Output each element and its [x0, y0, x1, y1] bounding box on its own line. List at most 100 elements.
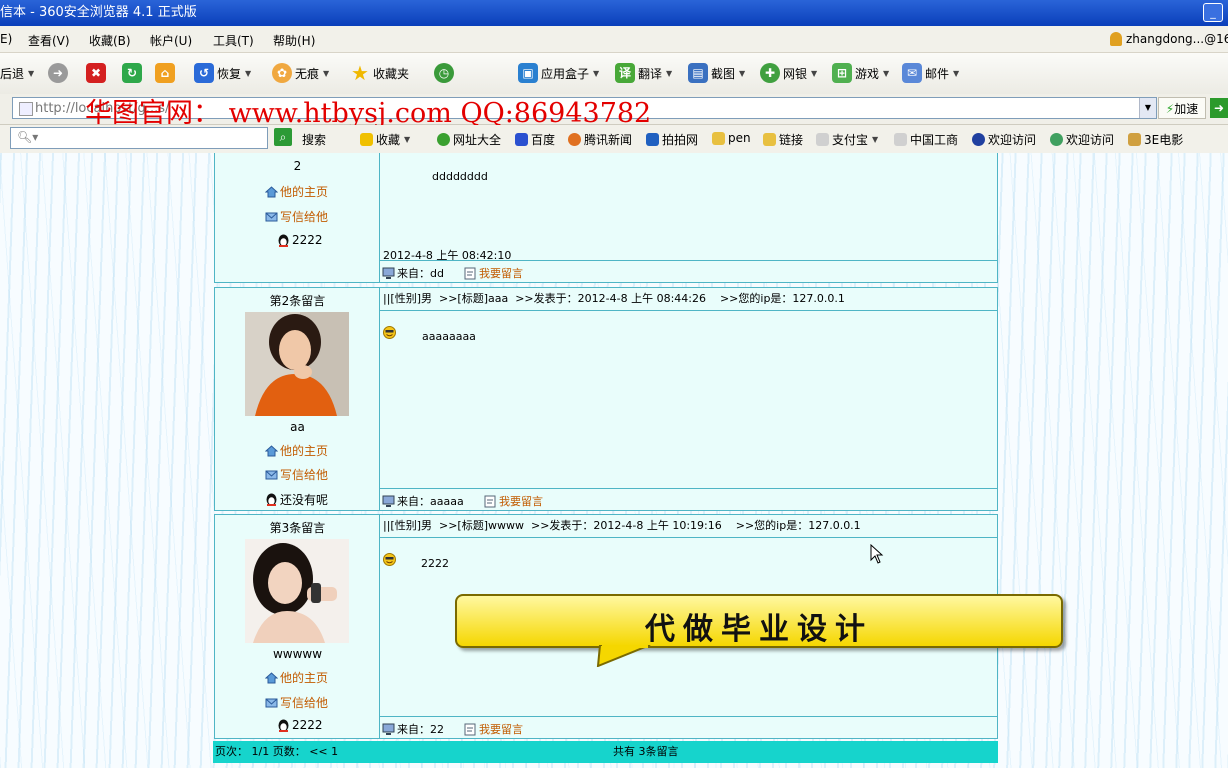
search-button[interactable]: 搜索 — [302, 131, 326, 148]
mail-icon — [265, 470, 278, 480]
favorites-button[interactable]: ★ 收藏夹 — [350, 62, 409, 84]
author-name: aa — [290, 420, 305, 434]
message-source: 来自：22 — [382, 719, 444, 740]
star-icon — [360, 133, 373, 146]
speed-up-button[interactable]: ⚡加速 — [1158, 97, 1206, 119]
pagination-info[interactable]: 页次： 1/1 页数： << 1 — [215, 741, 338, 763]
menu-item-edit[interactable]: E) — [0, 32, 12, 46]
stop-button[interactable]: ✖ — [86, 62, 109, 84]
page-icon — [816, 133, 829, 146]
fav-item-welcome-1[interactable]: 欢迎访问 — [972, 131, 1036, 148]
message-header: ||[性别]男 >>[标题]aaa >>发表于：2012-4-8 上午 08:4… — [380, 288, 997, 311]
author-mail-link[interactable]: 写信给他 — [265, 694, 328, 711]
message-body: 2222 — [421, 557, 449, 570]
fav-label: 链接 — [779, 133, 804, 147]
bubble-tail — [596, 645, 651, 667]
user-account[interactable]: zhangdong...@16 — [1110, 32, 1228, 46]
minimize-button[interactable]: _ — [1203, 3, 1223, 22]
undo-icon: ↺ — [194, 63, 214, 83]
page-icon — [19, 102, 33, 116]
home-icon — [265, 186, 278, 198]
site-nav-icon — [437, 133, 450, 146]
fav-item-tencent-news[interactable]: 腾讯新闻 — [568, 131, 632, 148]
games-button[interactable]: ⊞ 游戏 ▼ — [832, 62, 889, 84]
chevron-down-icon: ▼ — [666, 68, 673, 78]
menu-item-account[interactable]: 帐户(U) — [150, 32, 192, 49]
menu-item-favorites[interactable]: 收藏(B) — [89, 32, 131, 49]
restore-button[interactable]: ↺ 恢复 ▼ — [194, 62, 251, 84]
message-body: dddddddd — [432, 170, 488, 183]
forward-button[interactable]: ➜ — [48, 62, 71, 84]
reply-label: 我要留言 — [499, 495, 543, 508]
fav-item-icbc[interactable]: 中国工商 — [894, 131, 958, 148]
refresh-button[interactable]: ↻ — [122, 62, 145, 84]
computer-icon — [382, 723, 395, 735]
fav-label: pen — [728, 131, 751, 145]
traceless-button[interactable]: ✿ 无痕 ▼ — [272, 62, 329, 84]
fav-item-pen[interactable]: pen — [712, 131, 751, 145]
fav-item-baidu[interactable]: 百度 — [515, 131, 555, 148]
mail-button[interactable]: ✉ 邮件 ▼ — [902, 62, 959, 84]
menu-item-view[interactable]: 查看(V) — [28, 32, 70, 49]
chevron-down-icon: ▼ — [953, 68, 960, 78]
screenshot-button[interactable]: ▤ 截图 ▼ — [688, 62, 745, 84]
computer-icon — [382, 267, 395, 279]
folder-icon — [712, 131, 725, 145]
author-mail-link[interactable]: 写信给他 — [265, 466, 328, 483]
menu-item-help[interactable]: 帮助(H) — [273, 32, 315, 49]
qq-number: 还没有呢 — [280, 493, 329, 507]
search-input[interactable]: 🔍︎▾ — [10, 127, 268, 149]
main-toolbar: 后退 ▼ ➜ ✖ ↻ ⌂ ↺ 恢复 ▼ ✿ 无痕 ▼ ★ 收藏夹 ◷ ▣ 应用盒子 ▼ 译翻译 ▼… — [0, 53, 1228, 95]
refresh-icon: ↻ — [122, 63, 142, 83]
author-mail-link[interactable]: 写信给他 — [265, 208, 328, 225]
author-avatar — [245, 539, 349, 643]
traceless-label: 无痕 — [295, 66, 320, 81]
page-icon — [894, 133, 907, 146]
search-icon: 🔍︎▾ — [17, 130, 39, 144]
fav-item-links[interactable]: 链接 — [763, 131, 803, 148]
chevron-down-icon: ▼ — [811, 68, 818, 78]
screenshot-icon: ▤ — [688, 63, 708, 83]
menu-bar: E) 查看(V) 收藏(B) 帐户(U) 工具(T) 帮助(H) zhangdo… — [0, 26, 1228, 53]
back-button[interactable]: 后退 ▼ — [0, 62, 34, 84]
star-icon: ★ — [351, 61, 369, 85]
message-source: 来自：dd — [382, 263, 444, 284]
source-label: 来自：aaaaa — [397, 495, 464, 508]
reply-link[interactable]: 我要留言 — [484, 491, 543, 512]
qq-penguin-icon — [266, 493, 277, 506]
author-panel: 第3条留言 wwwww 他的主页 写信给他 2222 — [215, 515, 380, 738]
search-go-icon[interactable]: ⌕ — [274, 128, 292, 146]
translate-button[interactable]: 译翻译 ▼ — [615, 62, 672, 84]
author-home-link[interactable]: 他的主页 — [265, 442, 328, 459]
reply-link[interactable]: 我要留言 — [464, 719, 523, 740]
history-button[interactable]: ◷ — [434, 62, 457, 84]
reply-link[interactable]: 我要留言 — [464, 263, 523, 284]
chevron-down-icon: ▼ — [593, 68, 600, 78]
fav-item-welcome-2[interactable]: 欢迎访问 — [1050, 131, 1114, 148]
fav-label: 支付宝 — [832, 133, 869, 147]
fav-item-site-nav[interactable]: 网址大全 — [437, 131, 501, 148]
fav-item-alipay[interactable]: 支付宝 ▼ — [816, 131, 878, 148]
compose-icon — [464, 723, 476, 736]
home-button[interactable]: ⌂ — [155, 62, 178, 84]
fav-item-collect[interactable]: 收藏 ▼ — [360, 131, 410, 148]
user-icon — [1110, 32, 1122, 46]
author-home-link[interactable]: 他的主页 — [265, 669, 328, 686]
fav-item-3e-movie[interactable]: 3E电影 — [1128, 131, 1183, 148]
menu-item-tools[interactable]: 工具(T) — [213, 32, 254, 49]
chevron-down-icon: ▼ — [739, 68, 746, 78]
chevron-down-icon[interactable]: ▼ — [1139, 98, 1156, 118]
app-box-button[interactable]: ▣ 应用盒子 ▼ — [518, 62, 599, 84]
compose-icon — [484, 495, 496, 508]
author-avatar — [245, 312, 349, 416]
reply-label: 我要留言 — [479, 267, 523, 280]
fav-label: 网址大全 — [453, 133, 502, 147]
smiley-icon — [383, 326, 396, 339]
fav-item-paipai[interactable]: 拍拍网 — [646, 131, 698, 148]
message-header: ||[性别]男 >>[标题]wwww >>发表于：2012-4-8 上午 10:… — [380, 515, 997, 538]
qq-penguin-icon — [278, 234, 289, 247]
chevron-down-icon: ▼ — [28, 68, 35, 78]
netbank-button[interactable]: ✚ 网银 ▼ — [760, 62, 817, 84]
author-home-link[interactable]: 他的主页 — [265, 183, 328, 200]
go-arrow-icon[interactable]: ➜ — [1210, 98, 1228, 118]
